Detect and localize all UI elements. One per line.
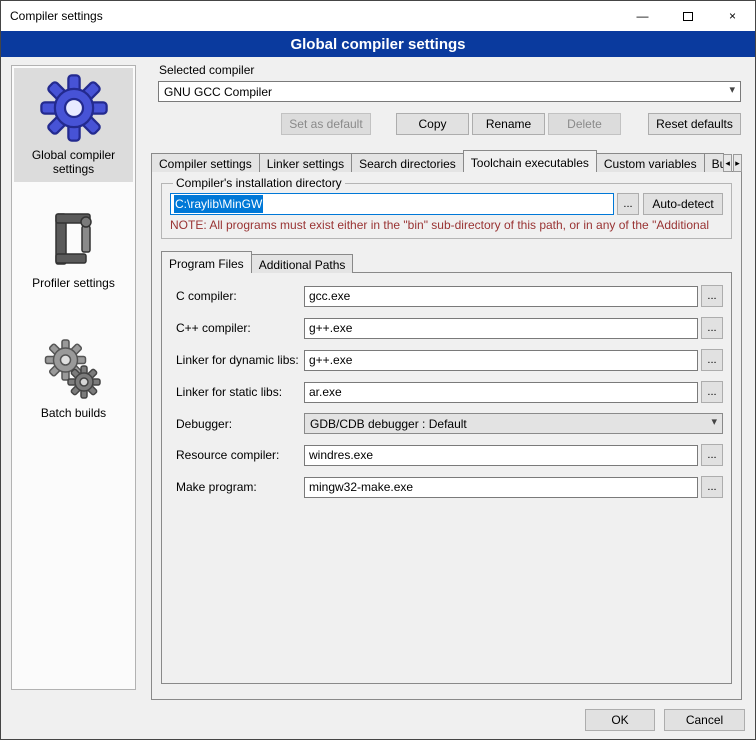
field-row-static-linker: Linker for static libs: ... [176,381,723,403]
close-button[interactable]: × [710,1,755,31]
maximize-button[interactable] [665,1,710,31]
minimize-icon: — [637,9,649,23]
caption-buttons: — × [620,1,755,31]
maximize-icon [683,12,693,21]
make-program-input[interactable] [304,477,698,498]
minimize-button[interactable]: — [620,1,665,31]
tab-build-options-truncated[interactable]: Buil [704,153,725,172]
browse-resource-compiler-button[interactable]: ... [701,444,723,466]
subtab-additional-paths[interactable]: Additional Paths [251,254,354,273]
chevron-down-icon: ▾ [729,83,735,96]
executables-subtabs: Program Files Additional Paths [161,251,732,273]
dialog-footer: OK Cancel [585,709,745,731]
main-panel: Selected compiler GNU GCC Compiler ▾ Set… [146,61,747,703]
installation-directory-input[interactable]: C:\raylib\MinGW [170,193,614,215]
ok-button[interactable]: OK [585,709,655,731]
resource-compiler-input[interactable] [304,445,698,466]
copy-button[interactable]: Copy [396,113,469,135]
tab-linker-settings[interactable]: Linker settings [259,153,352,172]
arrow-left-icon: ◂ [725,158,730,168]
gear-icon [16,72,131,144]
titlebar: Compiler settings — × [1,1,755,31]
tab-custom-variables[interactable]: Custom variables [596,153,705,172]
static-linker-input[interactable] [304,382,698,403]
field-row-c-compiler: C compiler: ... [176,285,723,307]
browse-c-compiler-button[interactable]: ... [701,285,723,307]
field-label: Resource compiler: [176,448,304,462]
field-label: Linker for dynamic libs: [176,353,304,367]
field-row-cpp-compiler: C++ compiler: ... [176,317,723,339]
close-icon: × [729,9,736,23]
selected-compiler-label: Selected compiler [159,63,747,77]
set-as-default-button[interactable]: Set as default [281,113,371,135]
browse-directory-button[interactable]: ... [617,193,639,215]
subtab-program-files[interactable]: Program Files [161,251,252,273]
debugger-select-value: GDB/CDB debugger : Default [310,417,467,431]
cancel-button[interactable]: Cancel [664,709,745,731]
tab-search-directories[interactable]: Search directories [351,153,464,172]
settings-tabs: Compiler settings Linker settings Search… [151,150,742,172]
note-text: NOTE: All programs must exist either in … [170,218,723,232]
tab-compiler-settings[interactable]: Compiler settings [151,153,260,172]
field-row-make-program: Make program: ... [176,476,723,498]
profiler-tool-icon [16,208,131,272]
browse-cpp-compiler-button[interactable]: ... [701,317,723,339]
field-label: C compiler: [176,289,304,303]
tab-scroll-left-button[interactable]: ◂ [723,154,732,172]
browse-dynamic-linker-button[interactable]: ... [701,349,723,371]
delete-button[interactable]: Delete [548,113,621,135]
auto-detect-button[interactable]: Auto-detect [643,193,723,215]
installation-directory-value: C:\raylib\MinGW [174,195,263,213]
field-label: Linker for static libs: [176,385,304,399]
chevron-down-icon: ▾ [711,415,717,428]
sidebar: Global compiler settings Profiler settin… [11,65,136,690]
sidebar-item-batch-builds[interactable]: Batch builds [14,334,133,426]
field-label: Debugger: [176,417,304,431]
arrow-right-icon: ▸ [735,158,740,168]
dynamic-linker-input[interactable] [304,350,698,371]
rename-button[interactable]: Rename [472,113,545,135]
window-title: Compiler settings [10,9,620,23]
browse-static-linker-button[interactable]: ... [701,381,723,403]
tab-scroll-right-button[interactable]: ▸ [733,154,742,172]
program-files-panel: C compiler: ... C++ compiler: ... Linker… [161,272,732,684]
installation-directory-label: Compiler's installation directory [173,176,345,190]
sidebar-item-label: Profiler settings [16,276,131,290]
compiler-settings-window: Compiler settings — × Global compiler se… [0,0,756,740]
field-label: Make program: [176,480,304,494]
field-label: C++ compiler: [176,321,304,335]
cpp-compiler-input[interactable] [304,318,698,339]
compiler-select-value: GNU GCC Compiler [164,85,272,99]
compiler-select[interactable]: GNU GCC Compiler ▾ [158,81,741,102]
field-row-dynamic-linker: Linker for dynamic libs: ... [176,349,723,371]
debugger-select[interactable]: GDB/CDB debugger : Default ▾ [304,413,723,434]
field-row-debugger: Debugger: GDB/CDB debugger : Default ▾ [176,413,723,434]
installation-directory-row: C:\raylib\MinGW ... Auto-detect [170,193,723,215]
sidebar-item-global-compiler-settings[interactable]: Global compiler settings [14,68,133,182]
compiler-actions: Set as default Copy Rename Delete Reset … [158,113,741,135]
sidebar-item-label: Batch builds [16,406,131,420]
sidebar-item-profiler-settings[interactable]: Profiler settings [14,204,133,296]
batch-gears-icon [16,338,131,402]
reset-defaults-button[interactable]: Reset defaults [648,113,741,135]
installation-directory-group: Compiler's installation directory C:\ray… [161,176,732,239]
toolchain-executables-panel: Compiler's installation directory C:\ray… [151,171,742,700]
browse-make-program-button[interactable]: ... [701,476,723,498]
tab-toolchain-executables[interactable]: Toolchain executables [463,150,597,172]
sidebar-item-label: Global compiler settings [16,148,131,176]
c-compiler-input[interactable] [304,286,698,307]
field-row-resource-compiler: Resource compiler: ... [176,444,723,466]
page-title: Global compiler settings [1,31,755,57]
